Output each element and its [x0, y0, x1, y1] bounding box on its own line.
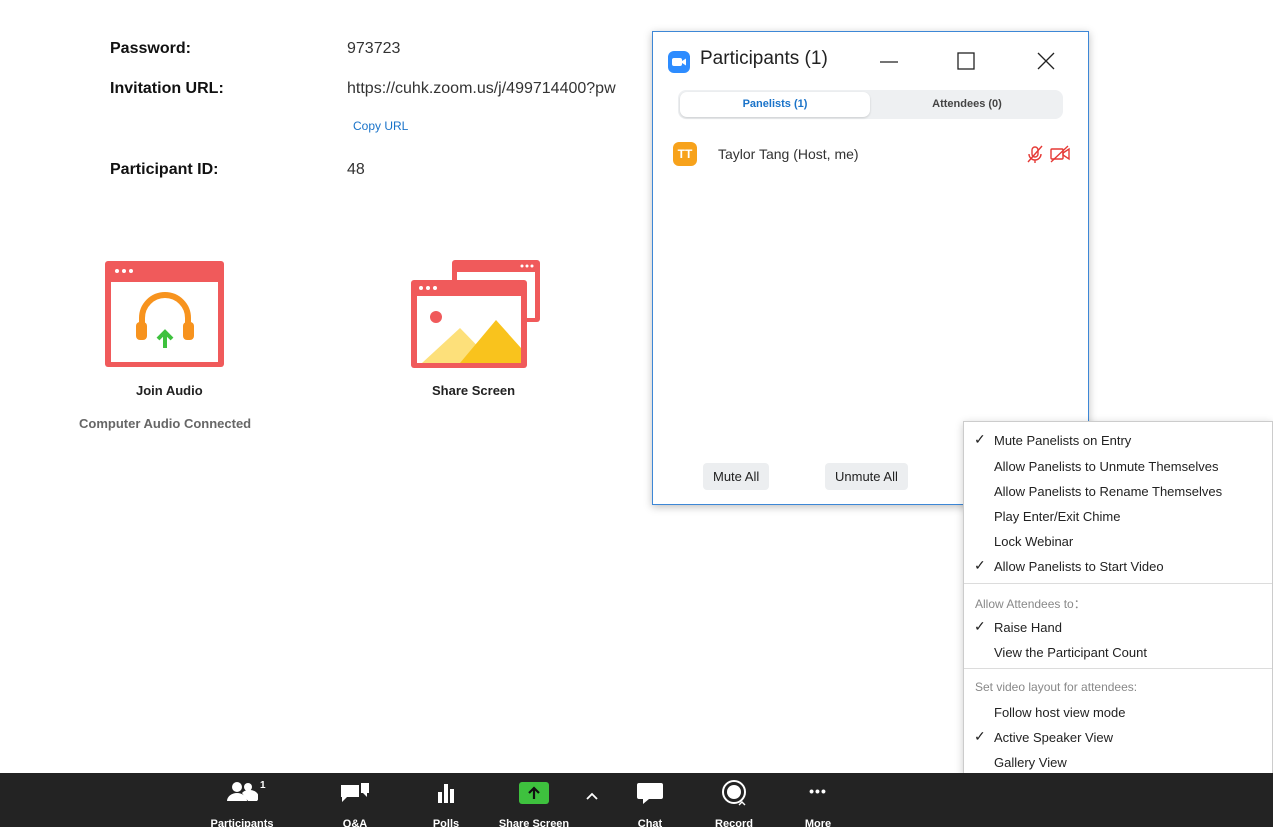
password-label: Password:: [110, 40, 191, 57]
toolbar-polls-label: Polls: [432, 818, 460, 827]
participants-count-badge: 1: [260, 780, 266, 791]
join-audio-label: Join Audio: [136, 383, 203, 398]
toolbar-participants-button[interactable]: 1 Participants: [198, 773, 286, 827]
participant-id-value: 48: [347, 161, 365, 178]
toolbar-participants-label: Participants: [210, 818, 274, 827]
menu-divider: [964, 583, 1272, 584]
participant-row[interactable]: TT Taylor Tang (Host, me): [653, 140, 1088, 170]
audio-status-label: Computer Audio Connected: [79, 416, 252, 431]
mute-all-button[interactable]: Mute All: [703, 463, 770, 490]
menu-item-view-participant-count[interactable]: View the Participant Count: [994, 645, 1147, 660]
check-icon: ✓: [974, 431, 986, 447]
menu-item-allow-start-video[interactable]: Allow Panelists to Start Video: [994, 559, 1164, 574]
menu-item-mute-panelists-on-entry[interactable]: Mute Panelists on Entry: [994, 433, 1131, 448]
menu-item-lock-webinar[interactable]: Lock Webinar: [994, 534, 1073, 549]
join-audio-icon: [105, 261, 224, 367]
invitation-url-label: Invitation URL:: [110, 80, 224, 97]
attendees-header: Allow Attendees to：: [975, 597, 1086, 611]
participants-window-title: Participants (1): [700, 48, 828, 69]
toolbar-polls-button[interactable]: Polls: [422, 773, 470, 827]
participants-more-menu: ✓ Mute Panelists on Entry Allow Panelist…: [963, 421, 1273, 776]
invitation-url-value: https://cuhk.zoom.us/j/499714400?pw: [347, 80, 616, 97]
toolbar-chat-button[interactable]: Chat: [625, 773, 675, 827]
share-options-caret-button[interactable]: [580, 773, 604, 827]
participants-icon: [227, 782, 258, 801]
share-screen-tile-button[interactable]: [410, 258, 542, 370]
close-button[interactable]: [1031, 46, 1061, 76]
close-icon: [1037, 52, 1055, 70]
layout-header: Set video layout for attendees:: [975, 680, 1138, 694]
unmute-all-button[interactable]: Unmute All: [825, 463, 908, 490]
share-screen-tile-label: Share Screen: [432, 383, 516, 398]
video-off-icon: [1050, 145, 1070, 163]
toolbar-qa-button[interactable]: Q&A: [330, 773, 380, 827]
check-icon: ✓: [974, 557, 986, 573]
tab-panelists[interactable]: Panelists (1): [680, 92, 870, 117]
toolbar-record-button[interactable]: Record: [706, 773, 762, 827]
maximize-button[interactable]: [951, 46, 981, 76]
join-audio-button[interactable]: [104, 260, 226, 368]
minimize-button[interactable]: [874, 46, 904, 76]
toolbar-qa-label: Q&A: [342, 818, 368, 827]
share-screen-tile-icon: [411, 260, 540, 368]
meeting-toolbar: 1 Participants Q&A Polls Share Screen Ch…: [0, 773, 1273, 827]
menu-item-follow-host-view[interactable]: Follow host view mode: [994, 705, 1126, 720]
toolbar-share-screen-button[interactable]: Share Screen: [490, 773, 578, 827]
toolbar-more-label: More: [804, 818, 832, 827]
participant-id-label: Participant ID:: [110, 161, 219, 178]
participant-name: Taylor Tang (Host, me): [718, 146, 859, 162]
avatar: TT: [673, 142, 697, 166]
toolbar-more-button[interactable]: ••• More: [795, 773, 841, 827]
menu-item-allow-unmute[interactable]: Allow Panelists to Unmute Themselves: [994, 459, 1218, 474]
menu-item-raise-hand[interactable]: Raise Hand: [994, 620, 1062, 635]
check-icon: ✓: [974, 728, 986, 744]
menu-item-allow-rename[interactable]: Allow Panelists to Rename Themselves: [994, 484, 1222, 499]
chat-icon: [637, 783, 663, 804]
polls-icon: [438, 784, 454, 803]
participants-tabs: Panelists (1) Attendees (0): [678, 90, 1063, 119]
more-dots-icon: •••: [809, 783, 827, 799]
qa-icon: [341, 783, 369, 802]
toolbar-share-screen-label: Share Screen: [498, 818, 570, 827]
maximize-icon: [957, 52, 975, 70]
menu-item-gallery-view[interactable]: Gallery View: [994, 755, 1067, 770]
share-screen-icon: [519, 782, 549, 804]
minimize-icon: [880, 61, 898, 63]
toolbar-record-label: Record: [715, 818, 753, 827]
menu-divider: [964, 668, 1272, 669]
record-icon: [722, 780, 746, 806]
toolbar-chat-label: Chat: [637, 818, 663, 827]
copy-url-link[interactable]: Copy URL: [353, 119, 408, 133]
menu-item-active-speaker-view[interactable]: Active Speaker View: [994, 730, 1113, 745]
menu-item-play-chime[interactable]: Play Enter/Exit Chime: [994, 509, 1120, 524]
tab-attendees[interactable]: Attendees (0): [873, 92, 1061, 117]
password-value: 973723: [347, 40, 401, 57]
chevron-up-icon: [586, 792, 598, 800]
mic-muted-icon: [1027, 145, 1043, 163]
check-icon: ✓: [974, 618, 986, 634]
zoom-logo-icon: [668, 51, 690, 73]
